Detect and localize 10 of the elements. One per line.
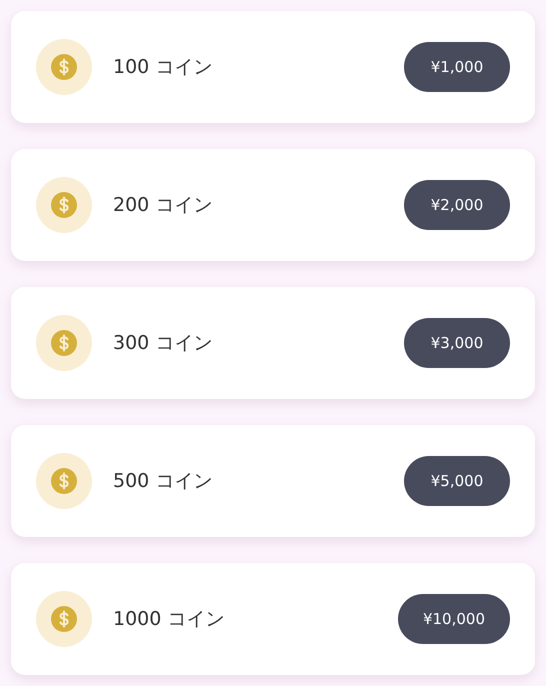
coin-amount: 500 コイン bbox=[113, 468, 214, 494]
coin-amount: 1000 コイン bbox=[113, 606, 226, 632]
price-button[interactable]: ¥5,000 bbox=[404, 456, 510, 506]
price-button[interactable]: ¥1,000 bbox=[404, 42, 510, 92]
price-button[interactable]: ¥10,000 bbox=[398, 594, 510, 644]
coin-amount: 200 コイン bbox=[113, 192, 214, 218]
price-button[interactable]: ¥3,000 bbox=[404, 318, 510, 368]
coin-amount: 100 コイン bbox=[113, 54, 214, 80]
price-button[interactable]: ¥2,000 bbox=[404, 180, 510, 230]
coin-amount: 300 コイン bbox=[113, 330, 214, 356]
